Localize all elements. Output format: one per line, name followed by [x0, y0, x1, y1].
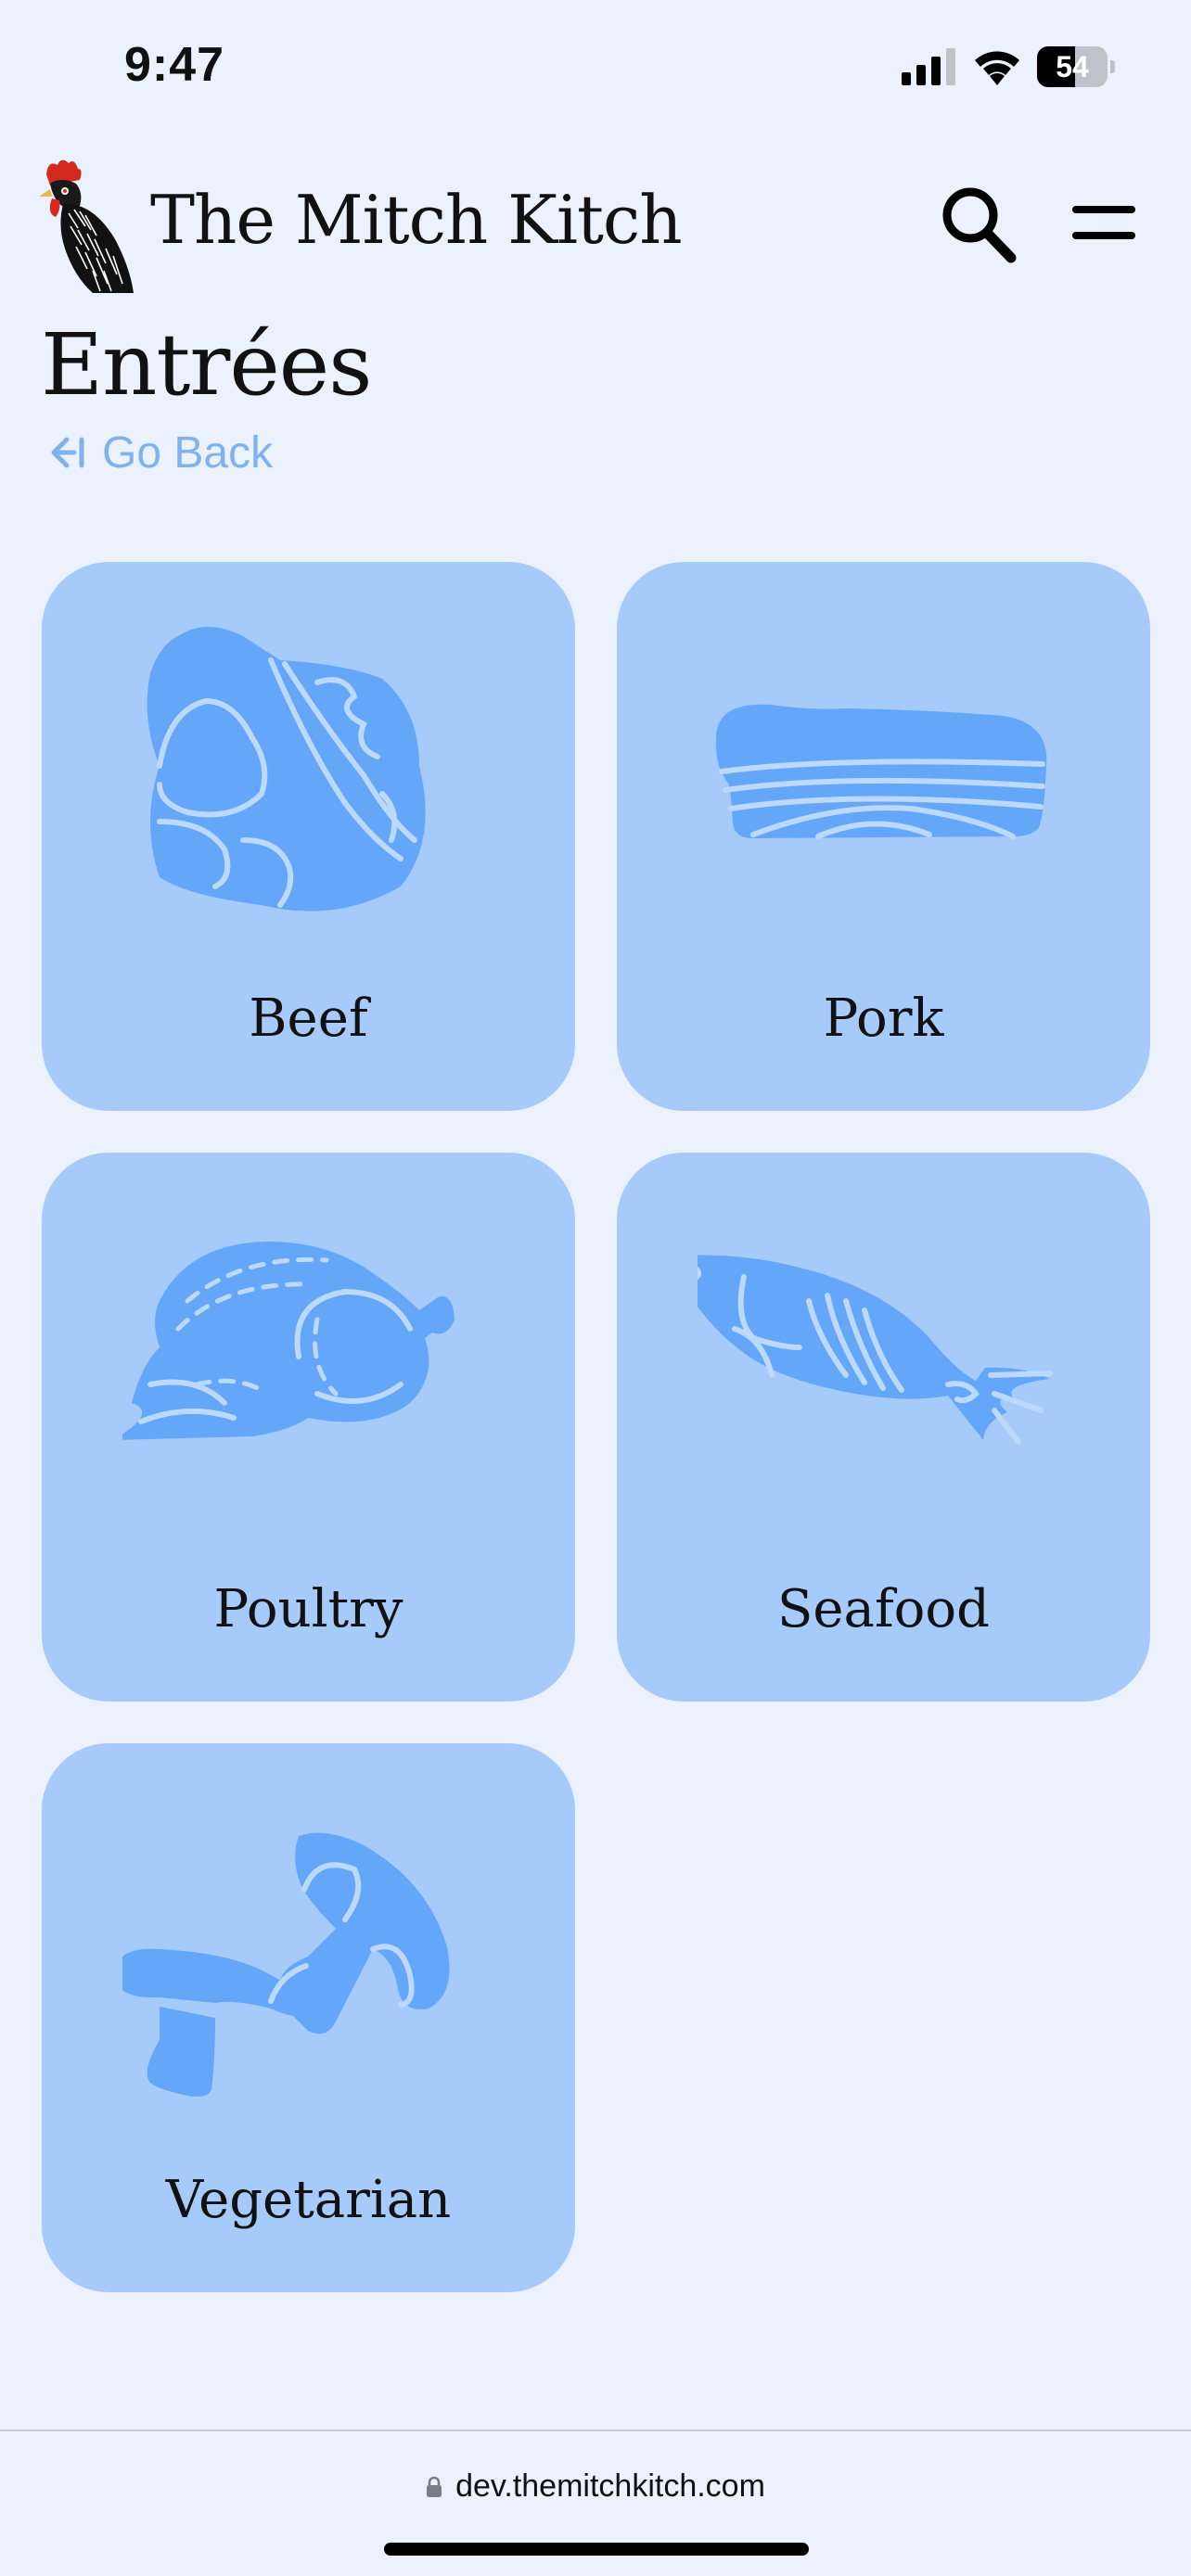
category-label: Seafood — [777, 1579, 990, 1639]
category-label: Pork — [823, 988, 944, 1049]
category-label: Vegetarian — [165, 2170, 452, 2230]
fish-icon — [698, 1255, 1053, 1445]
category-label: Poultry — [213, 1579, 403, 1639]
mushroom-icon — [122, 1832, 450, 2098]
category-card-poultry[interactable]: Poultry — [42, 1153, 575, 1702]
beef-icon — [147, 627, 426, 912]
home-indicator[interactable] — [384, 2543, 809, 2556]
go-back-link[interactable]: Go Back — [45, 425, 273, 480]
category-card-vegetarian[interactable]: Vegetarian — [42, 1743, 575, 2292]
category-card-beef[interactable]: Beef — [42, 562, 575, 1111]
url-text: dev.themitchkitch.com — [455, 2468, 765, 2504]
status-time: 9:47 — [124, 38, 225, 92]
page: 9:47 54 The Mitch Kitch Entrées Go Back … — [0, 0, 1191, 2576]
category-card-seafood[interactable]: Seafood — [617, 1153, 1150, 1702]
page-title: Entrées — [41, 315, 372, 414]
url-field[interactable]: dev.themitchkitch.com — [0, 2468, 1191, 2505]
category-label: Beef — [249, 988, 368, 1049]
lock-icon — [427, 2476, 442, 2497]
wifi-icon — [975, 51, 1019, 85]
category-card-pork[interactable]: Pork — [617, 562, 1150, 1111]
site-title[interactable]: The Mitch Kitch — [150, 181, 683, 259]
battery-percent: 54 — [1056, 50, 1089, 83]
go-back-label: Go Back — [102, 427, 274, 478]
search-icon[interactable] — [937, 182, 1020, 265]
pork-icon — [715, 704, 1047, 839]
status-bar: 9:47 54 — [0, 0, 1191, 139]
cellular-signal-icon — [902, 48, 955, 85]
poultry-icon — [122, 1241, 455, 1440]
arrow-left-bar-icon — [51, 437, 84, 468]
battery-icon: 54 — [1037, 46, 1115, 87]
rooster-logo-icon[interactable] — [37, 156, 139, 293]
browser-address-bar: dev.themitchkitch.com — [0, 2429, 1191, 2576]
hamburger-menu-icon[interactable] — [1069, 195, 1139, 250]
